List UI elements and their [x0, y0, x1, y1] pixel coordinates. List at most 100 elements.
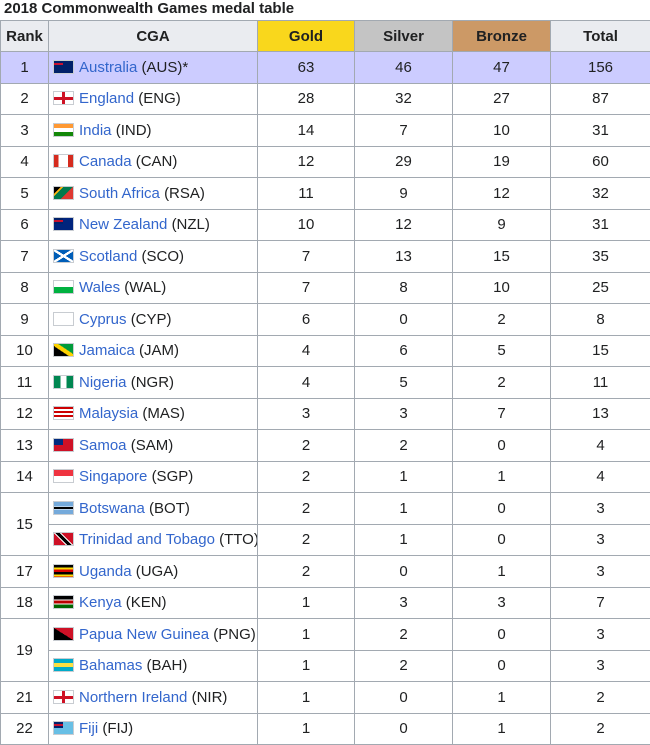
- country-link[interactable]: Australia: [79, 59, 137, 76]
- country-code: (AUS)*: [142, 59, 189, 76]
- bronze-cell: 2: [453, 367, 551, 399]
- cga-header[interactable]: CGA: [49, 21, 258, 52]
- rank-cell: 2: [1, 83, 49, 115]
- total-cell: 3: [551, 619, 650, 651]
- cga-cell: Fiji (FIJ): [49, 713, 258, 745]
- silver-cell: 7: [355, 115, 453, 147]
- rank-cell: 9: [1, 304, 49, 336]
- country-link[interactable]: Singapore: [79, 468, 147, 485]
- total-cell: 8: [551, 304, 650, 336]
- table-row: 4 Canada (CAN) 12 29 19 60: [1, 146, 650, 178]
- total-cell: 32: [551, 178, 650, 210]
- cga-cell: Wales (WAL): [49, 272, 258, 304]
- rank-cell: 6: [1, 209, 49, 241]
- scotland-flag-icon: [53, 249, 74, 263]
- bronze-cell: 1: [453, 713, 551, 745]
- country-code: (CYP): [131, 311, 172, 328]
- country-link[interactable]: India: [79, 122, 112, 139]
- fiji-flag-icon: [53, 721, 74, 735]
- new-zealand-flag-icon: [53, 217, 74, 231]
- country-link[interactable]: Jamaica: [79, 342, 135, 359]
- bronze-cell: 2: [453, 304, 551, 336]
- bronze-cell: 15: [453, 241, 551, 273]
- rank-cell: 22: [1, 713, 49, 745]
- trinidad-and-tobago-flag-icon: [53, 532, 74, 546]
- silver-header[interactable]: Silver: [355, 21, 453, 52]
- country-link[interactable]: Fiji: [79, 720, 98, 737]
- gold-cell: 7: [258, 241, 355, 273]
- table-row: 18 Kenya (KEN) 1 3 3 7: [1, 587, 650, 619]
- gold-cell: 12: [258, 146, 355, 178]
- cga-cell: Kenya (KEN): [49, 587, 258, 619]
- country-link[interactable]: England: [79, 90, 134, 107]
- bronze-cell: 7: [453, 398, 551, 430]
- country-link[interactable]: Nigeria: [79, 374, 127, 391]
- silver-cell: 13: [355, 241, 453, 273]
- country-link[interactable]: Cyprus: [79, 311, 127, 328]
- bronze-cell: 1: [453, 556, 551, 588]
- country-link[interactable]: Kenya: [79, 594, 122, 611]
- gold-header[interactable]: Gold: [258, 21, 355, 52]
- total-cell: 31: [551, 115, 650, 147]
- country-code: (UGA): [136, 563, 179, 580]
- country-link[interactable]: Canada: [79, 153, 132, 170]
- country-code: (SCO): [142, 248, 185, 265]
- country-link[interactable]: Scotland: [79, 248, 137, 265]
- gold-cell: 2: [258, 461, 355, 493]
- total-cell: 3: [551, 493, 650, 525]
- country-code: (NIR): [192, 689, 228, 706]
- total-cell: 25: [551, 272, 650, 304]
- table-row: 9 Cyprus (CYP) 6 0 2 8: [1, 304, 650, 336]
- total-cell: 2: [551, 713, 650, 745]
- australia-flag-icon: [53, 60, 74, 74]
- rank-header[interactable]: Rank: [1, 21, 49, 52]
- gold-cell: 2: [258, 430, 355, 462]
- samoa-flag-icon: [53, 438, 74, 452]
- rank-cell: 15: [1, 493, 49, 556]
- country-link[interactable]: Northern Ireland: [79, 689, 187, 706]
- total-cell: 2: [551, 682, 650, 714]
- country-link[interactable]: New Zealand: [79, 216, 167, 233]
- country-code: (JAM): [139, 342, 179, 359]
- gold-cell: 63: [258, 52, 355, 84]
- country-link[interactable]: Papua New Guinea: [79, 626, 209, 643]
- country-link[interactable]: Trinidad and Tobago: [79, 531, 215, 548]
- total-cell: 3: [551, 556, 650, 588]
- rank-cell: 10: [1, 335, 49, 367]
- cga-cell: India (IND): [49, 115, 258, 147]
- cga-cell: Cyprus (CYP): [49, 304, 258, 336]
- table-row: 19 Papua New Guinea (PNG) 1 2 0 3: [1, 619, 650, 651]
- cga-cell: Papua New Guinea (PNG): [49, 619, 258, 651]
- country-code: (PNG): [213, 626, 256, 643]
- bronze-cell: 5: [453, 335, 551, 367]
- country-link[interactable]: Samoa: [79, 437, 127, 454]
- table-row: 1 Australia (AUS)* 63 46 47 156: [1, 52, 650, 84]
- total-cell: 35: [551, 241, 650, 273]
- kenya-flag-icon: [53, 595, 74, 609]
- gold-cell: 10: [258, 209, 355, 241]
- bronze-header[interactable]: Bronze: [453, 21, 551, 52]
- table-caption: 2018 Commonwealth Games medal table: [0, 0, 650, 20]
- total-header[interactable]: Total: [551, 21, 650, 52]
- country-link[interactable]: Wales: [79, 279, 120, 296]
- silver-cell: 5: [355, 367, 453, 399]
- cga-cell: Scotland (SCO): [49, 241, 258, 273]
- cga-cell: Northern Ireland (NIR): [49, 682, 258, 714]
- bronze-cell: 9: [453, 209, 551, 241]
- silver-cell: 0: [355, 556, 453, 588]
- rank-cell: 21: [1, 682, 49, 714]
- country-link[interactable]: South Africa: [79, 185, 160, 202]
- bronze-cell: 0: [453, 493, 551, 525]
- silver-cell: 8: [355, 272, 453, 304]
- table-row: 3 India (IND) 14 7 10 31: [1, 115, 650, 147]
- rank-cell: 8: [1, 272, 49, 304]
- rank-cell: 7: [1, 241, 49, 273]
- cga-cell: Jamaica (JAM): [49, 335, 258, 367]
- gold-cell: 1: [258, 713, 355, 745]
- country-link[interactable]: Bahamas: [79, 657, 142, 674]
- country-link[interactable]: Malaysia: [79, 405, 138, 422]
- cga-cell: South Africa (RSA): [49, 178, 258, 210]
- silver-cell: 1: [355, 493, 453, 525]
- country-link[interactable]: Uganda: [79, 563, 132, 580]
- country-link[interactable]: Botswana: [79, 500, 145, 517]
